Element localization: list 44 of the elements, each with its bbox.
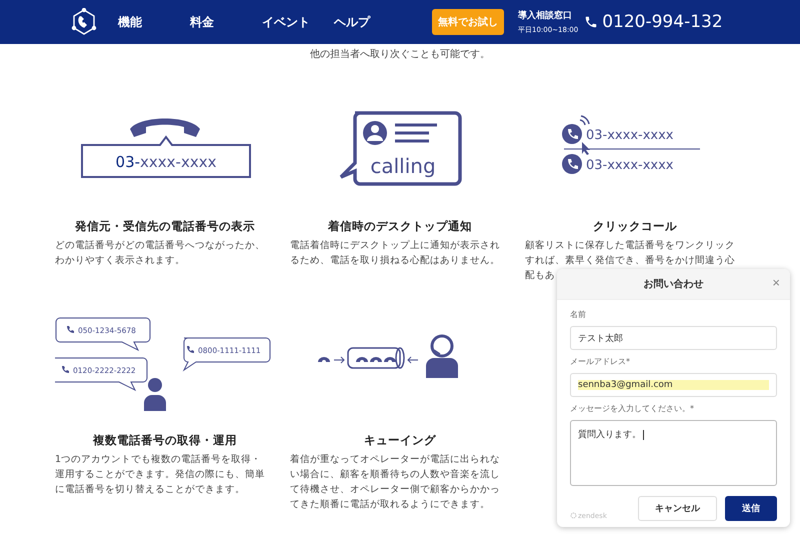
widget-title: お問い合わせ [644, 278, 704, 291]
intro-text: 他の担当者へ取り次ぐことも可能です。 [309, 48, 491, 62]
nav-link[interactable]: 料金 [190, 14, 262, 30]
cancel-button[interactable]: キャンセル [638, 496, 717, 521]
input-field[interactable]: sennba3@gmail.com [570, 373, 777, 397]
feature-title: クリックコール [592, 219, 678, 234]
field-label: メールアドレス* [570, 356, 631, 367]
feature-title: 複数電話番号の取得・運用 [92, 433, 238, 448]
operator-icon [426, 334, 458, 378]
arrow-icon [334, 356, 345, 364]
feature-title: 着信時のデスクトップ通知 [327, 219, 473, 234]
nav-link[interactable]: 機能 [118, 14, 190, 30]
flower-icon [570, 512, 577, 519]
phone-number: 03-xxxx-xxxx [116, 153, 216, 171]
signal-icon [579, 115, 590, 126]
phone-number: 03-xxxx-xxxx [586, 128, 674, 143]
logo-icon [70, 8, 98, 36]
handset-icon [130, 118, 200, 137]
feature-description: 電話着信時にデスクトップ上に通知が表示されるため、電話を取り損ねる心配はありません。 [290, 239, 501, 268]
phone-icon [584, 15, 598, 29]
phone-icon [62, 366, 69, 373]
contact-title: 導入相談窓口 [518, 9, 573, 22]
feature-title: 発信元・受信先の電話番号の表示 [74, 219, 256, 234]
phone-icon [187, 346, 194, 353]
phone-circle-icon [562, 154, 582, 174]
phone-number: 0120-994-132 [602, 12, 723, 32]
phone-icon [67, 326, 74, 333]
field-label: メッセージを入力してください。* [570, 403, 695, 414]
calling-label: calling [370, 154, 436, 178]
phone-circle-icon [562, 124, 582, 144]
nav-link[interactable]: ヘルプ [334, 14, 406, 30]
phone-number: 03-xxxx-xxxx [586, 158, 674, 173]
submit-button[interactable]: 送信 [725, 496, 777, 521]
nav-link[interactable]: イベント [262, 14, 334, 30]
queue-tube [347, 347, 405, 369]
person-icon [144, 378, 166, 411]
arrow-icon [407, 356, 418, 364]
field-label: 名前 [570, 309, 587, 320]
feature-title: キューイング [363, 433, 437, 448]
feature-description: どの電話番号がどの電話番号へつながったか、わかりやすく表示されます。 [55, 239, 266, 268]
input-field[interactable]: テスト太郎 [570, 326, 777, 350]
feature-description: 1つのアカウントでも複数の電話番号を取得・運用することができます。発信の際にも、簡単に電話番号を切り替えることができます。 [55, 453, 266, 497]
feature-description: 着信が重なってオペレーターが電話に出られない場合に、顧客を順番待ちの人数や音楽を流して待機させ、オペレーター側で顧客からかかってきた順番に電話が取れるようにできます。 [290, 453, 501, 512]
message-field[interactable]: 質問入ります。 [570, 420, 777, 486]
